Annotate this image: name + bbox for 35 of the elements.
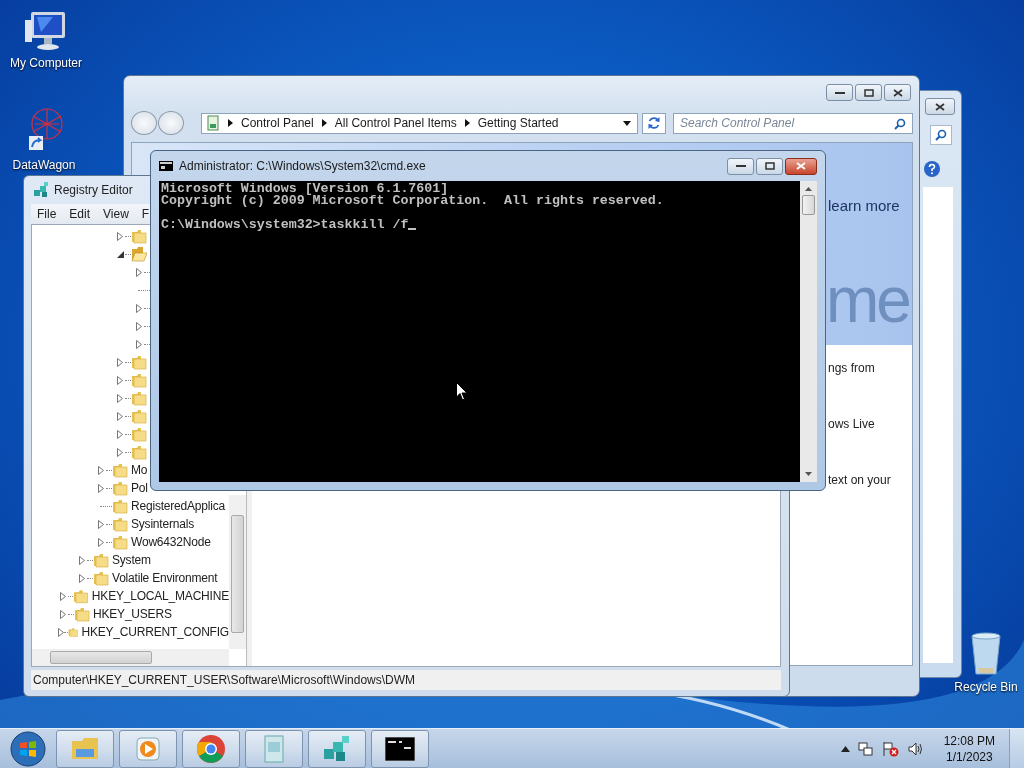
task-description: ows Live bbox=[828, 417, 875, 431]
breadcrumb-item[interactable]: Getting Started bbox=[477, 116, 559, 130]
tree-item[interactable]: Volatile Environment bbox=[112, 571, 218, 585]
banner-heading: me bbox=[826, 265, 909, 336]
console-line: Copyright (c) 2009 Microsoft Corporation. All rights reserved. bbox=[161, 195, 665, 207]
menu-item[interactable]: View bbox=[103, 207, 129, 221]
desktop-icon-label[interactable]: My Computer bbox=[10, 56, 82, 70]
search-field[interactable]: Search Control Panel bbox=[673, 112, 913, 134]
clock-date[interactable]: 1/1/2023 bbox=[945, 748, 993, 765]
desktop-icon-label[interactable]: Recycle Bin bbox=[954, 680, 1018, 694]
tree-item[interactable]: HKEY_CURRENT_CONFIG bbox=[81, 625, 229, 639]
learn-more-link[interactable]: learn more bbox=[828, 197, 900, 214]
menu-item[interactable]: File bbox=[37, 207, 57, 221]
tree-item[interactable]: Pol bbox=[131, 481, 148, 495]
tree-item[interactable]: Sysinternals bbox=[131, 517, 194, 531]
breadcrumb-item[interactable]: All Control Panel Items bbox=[334, 116, 457, 130]
desktop-icon-label[interactable]: DataWagon bbox=[12, 158, 76, 172]
task-description: ngs from bbox=[828, 361, 875, 375]
tree-item[interactable]: System bbox=[112, 553, 151, 567]
tree-item[interactable]: HKEY_LOCAL_MACHINE bbox=[91, 589, 229, 603]
tree-item[interactable]: RegisteredApplica bbox=[131, 499, 225, 513]
tree-item[interactable]: HKEY_USERS bbox=[93, 607, 172, 621]
task-description: text on your bbox=[828, 473, 891, 487]
breadcrumb-item[interactable]: Control Panel bbox=[241, 116, 314, 130]
status-bar: Computer\HKEY_CURRENT_USER\Software\Microsoft\Windows\DWM bbox=[31, 670, 781, 690]
command-line[interactable]: C:\Windows\system32>taskkill /f bbox=[161, 219, 409, 231]
tree-item[interactable]: Wow6432Node bbox=[131, 535, 211, 549]
address-bar[interactable]: Control Panel All Control Panel Items Getting Started bbox=[201, 112, 638, 134]
window-title: Administrator: C:\Windows\System32\cmd.exe bbox=[179, 159, 426, 173]
clock-time[interactable]: 12:08 PM bbox=[943, 732, 995, 749]
tree-item[interactable]: Mo bbox=[131, 463, 148, 477]
menu-item[interactable]: Edit bbox=[69, 207, 91, 221]
window-title: Registry Editor bbox=[54, 183, 133, 197]
console-line: Microsoft Windows [Version 6.1.7601] bbox=[161, 183, 449, 195]
menu-item[interactable]: F bbox=[141, 207, 150, 221]
